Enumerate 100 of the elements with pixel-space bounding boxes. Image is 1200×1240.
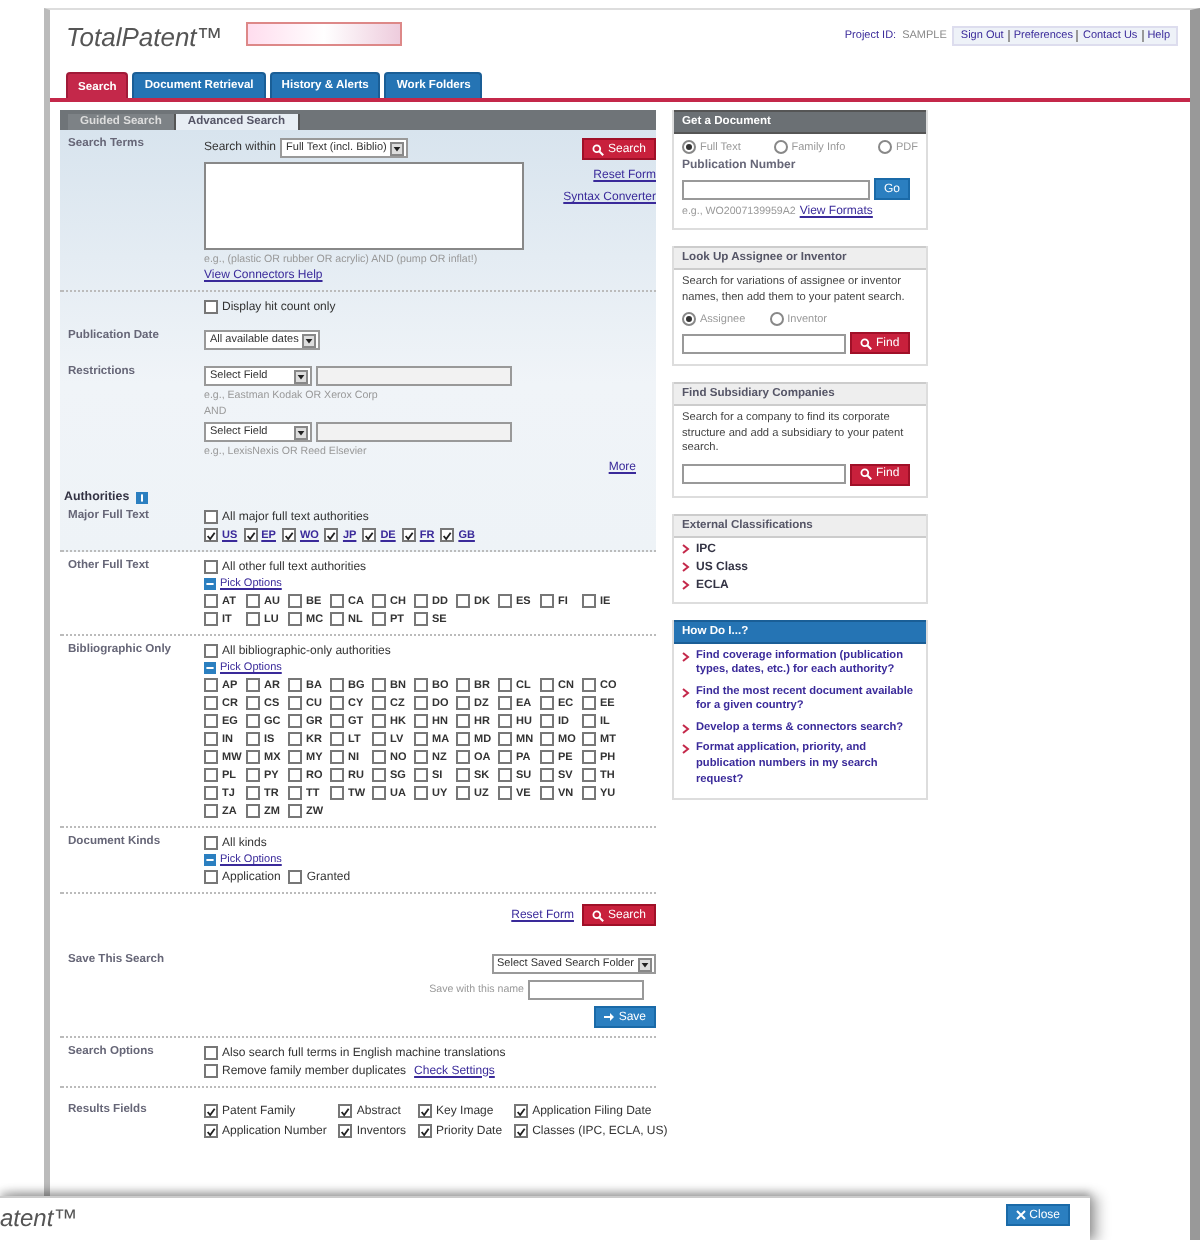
checkbox[interactable] bbox=[204, 678, 218, 692]
checkbox[interactable] bbox=[281, 528, 296, 542]
restriction-value-field[interactable] bbox=[316, 366, 512, 386]
checkbox[interactable] bbox=[582, 696, 596, 710]
restriction-value-field[interactable] bbox=[316, 422, 512, 442]
checkbox[interactable] bbox=[204, 1046, 218, 1060]
checkbox[interactable] bbox=[204, 612, 218, 626]
checkbox[interactable] bbox=[288, 612, 302, 626]
checkbox[interactable] bbox=[414, 768, 428, 782]
checkbox[interactable] bbox=[498, 768, 512, 782]
checkbox[interactable] bbox=[540, 732, 554, 746]
checkbox[interactable] bbox=[204, 510, 218, 524]
checkbox[interactable] bbox=[246, 594, 260, 608]
checkbox[interactable] bbox=[514, 1124, 529, 1138]
checkbox[interactable] bbox=[338, 1104, 353, 1118]
checkbox[interactable] bbox=[288, 768, 302, 782]
checkbox[interactable] bbox=[204, 1124, 218, 1138]
checkbox[interactable] bbox=[338, 1124, 353, 1138]
checkbox[interactable] bbox=[456, 732, 470, 746]
checkbox[interactable] bbox=[246, 768, 260, 782]
checkbox[interactable] bbox=[582, 786, 596, 800]
checkbox[interactable] bbox=[243, 528, 258, 542]
checkbox[interactable] bbox=[246, 732, 260, 746]
lookup-name-field[interactable] bbox=[682, 333, 846, 354]
checkbox[interactable] bbox=[288, 732, 302, 746]
checkbox[interactable] bbox=[204, 786, 218, 800]
checkbox[interactable] bbox=[330, 786, 344, 800]
checkbox[interactable] bbox=[540, 696, 554, 710]
checkbox[interactable] bbox=[246, 786, 260, 800]
checkbox[interactable] bbox=[204, 836, 218, 850]
checkbox[interactable] bbox=[288, 696, 302, 710]
checkbox[interactable] bbox=[330, 612, 344, 626]
checkbox[interactable] bbox=[414, 612, 428, 626]
checkbox[interactable] bbox=[362, 528, 377, 542]
checkbox[interactable] bbox=[418, 1124, 433, 1138]
checkbox[interactable] bbox=[498, 714, 512, 728]
checkbox[interactable] bbox=[330, 714, 344, 728]
checkbox[interactable] bbox=[582, 678, 596, 692]
checkbox[interactable] bbox=[204, 1104, 218, 1118]
checkbox[interactable] bbox=[330, 768, 344, 782]
radio-button[interactable] bbox=[682, 312, 696, 327]
checkbox[interactable] bbox=[288, 678, 302, 692]
checkbox[interactable] bbox=[456, 768, 470, 782]
checkbox[interactable] bbox=[498, 786, 512, 800]
checkbox[interactable] bbox=[498, 594, 512, 608]
publication-number-field[interactable] bbox=[682, 179, 870, 199]
checkbox[interactable] bbox=[414, 786, 428, 800]
checkbox[interactable] bbox=[456, 714, 470, 728]
checkbox[interactable] bbox=[540, 678, 554, 692]
checkbox[interactable] bbox=[288, 714, 302, 728]
checkbox[interactable] bbox=[540, 786, 554, 800]
checkbox[interactable] bbox=[204, 732, 218, 746]
checkbox[interactable] bbox=[204, 768, 218, 782]
checkbox[interactable] bbox=[246, 714, 260, 728]
checkbox[interactable] bbox=[288, 804, 302, 818]
checkbox[interactable] bbox=[582, 768, 596, 782]
checkbox[interactable] bbox=[330, 750, 344, 764]
checkbox[interactable] bbox=[372, 714, 386, 728]
radio-button[interactable] bbox=[773, 140, 788, 154]
company-name-field[interactable] bbox=[682, 464, 846, 485]
checkbox[interactable] bbox=[414, 678, 428, 692]
checkbox[interactable] bbox=[401, 528, 416, 542]
checkbox[interactable] bbox=[582, 732, 596, 746]
checkbox[interactable] bbox=[440, 528, 455, 542]
checkbox[interactable] bbox=[414, 732, 428, 746]
checkbox[interactable] bbox=[498, 750, 512, 764]
checkbox[interactable] bbox=[204, 560, 218, 574]
checkbox[interactable] bbox=[498, 732, 512, 746]
checkbox[interactable] bbox=[582, 714, 596, 728]
checkbox[interactable] bbox=[498, 696, 512, 710]
checkbox[interactable] bbox=[204, 1064, 218, 1078]
radio-button[interactable] bbox=[769, 312, 784, 327]
checkbox[interactable] bbox=[330, 594, 344, 608]
checkbox[interactable] bbox=[204, 714, 218, 728]
search-terms-field[interactable] bbox=[204, 162, 524, 250]
checkbox[interactable] bbox=[330, 696, 344, 710]
checkbox[interactable] bbox=[372, 678, 386, 692]
checkbox[interactable] bbox=[246, 678, 260, 692]
search-name-field[interactable] bbox=[528, 980, 644, 1000]
checkbox[interactable] bbox=[330, 732, 344, 746]
checkbox[interactable] bbox=[414, 594, 428, 608]
checkbox[interactable] bbox=[372, 612, 386, 626]
checkbox[interactable] bbox=[246, 804, 260, 818]
checkbox[interactable] bbox=[372, 594, 386, 608]
checkbox[interactable] bbox=[246, 750, 260, 764]
checkbox[interactable] bbox=[418, 1104, 433, 1118]
checkbox[interactable] bbox=[372, 750, 386, 764]
checkbox[interactable] bbox=[204, 528, 218, 542]
checkbox[interactable] bbox=[514, 1104, 529, 1118]
checkbox[interactable] bbox=[204, 804, 218, 818]
checkbox[interactable] bbox=[582, 594, 596, 608]
checkbox[interactable] bbox=[540, 594, 554, 608]
checkbox[interactable] bbox=[288, 594, 302, 608]
checkbox[interactable] bbox=[372, 768, 386, 782]
checkbox[interactable] bbox=[540, 750, 554, 764]
checkbox[interactable] bbox=[456, 786, 470, 800]
checkbox[interactable] bbox=[204, 644, 218, 658]
checkbox[interactable] bbox=[246, 696, 260, 710]
checkbox[interactable] bbox=[372, 732, 386, 746]
checkbox[interactable] bbox=[456, 594, 470, 608]
